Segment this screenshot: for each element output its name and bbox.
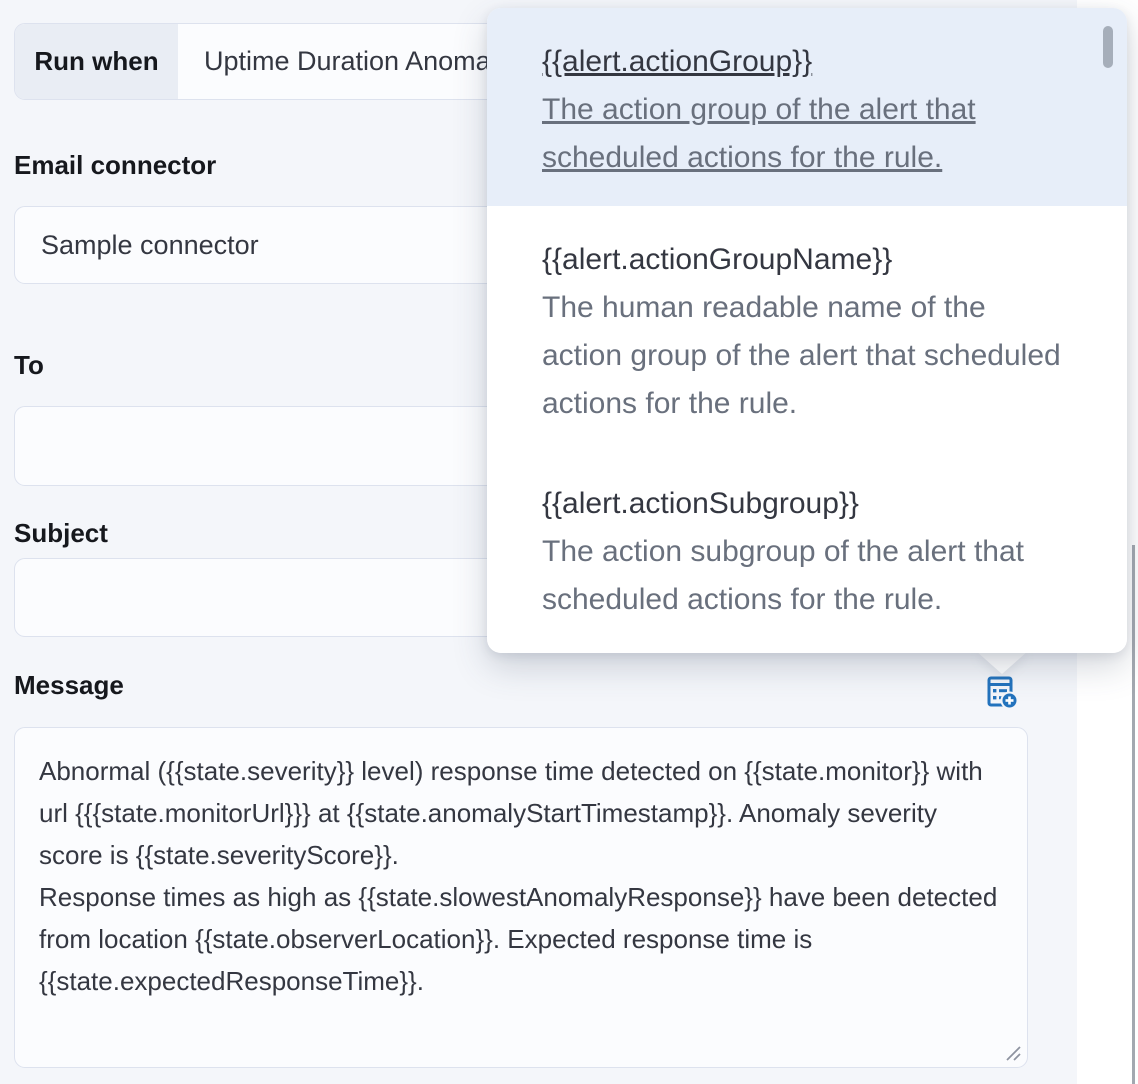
resize-handle-icon[interactable] (1003, 1043, 1023, 1063)
variable-title: {{alert.actionGroup}} (542, 38, 1062, 86)
variables-popover: {{alert.actionGroup}} The action group o… (487, 8, 1127, 653)
variable-title: {{alert.actionGroupName}} (542, 236, 1062, 284)
variable-description: The action group of the alert that sched… (542, 86, 1062, 182)
popover-arrow (976, 651, 1028, 674)
variable-title: {{alert.actionSubgroup}} (542, 480, 1062, 528)
window-scrollbar[interactable] (1132, 545, 1135, 1084)
variable-description: The action subgroup of the alert that sc… (542, 528, 1062, 624)
rule-actions-panel: Run when Uptime Duration Anomaly Email c… (0, 0, 1138, 1084)
variable-option-action-group-name[interactable]: {{alert.actionGroupName}} The human read… (487, 206, 1127, 458)
run-when-label: Run when (15, 24, 178, 99)
subject-label: Subject (14, 518, 108, 549)
variable-option-action-group[interactable]: {{alert.actionGroup}} The action group o… (487, 8, 1127, 206)
variable-description: The human readable name of the action gr… (542, 284, 1062, 428)
message-label: Message (14, 670, 124, 701)
email-connector-label: Email connector (14, 150, 216, 181)
popover-scrollbar-thumb[interactable] (1103, 26, 1113, 68)
variable-option-action-subgroup[interactable]: {{alert.actionSubgroup}} The action subg… (487, 458, 1127, 653)
message-field: Abnormal ({{state.severity}} level) resp… (14, 727, 1028, 1068)
list-add-icon (984, 675, 1020, 711)
message-textarea[interactable]: Abnormal ({{state.severity}} level) resp… (14, 727, 1028, 1068)
add-rule-variable-button[interactable] (984, 675, 1020, 711)
to-label: To (14, 350, 44, 381)
